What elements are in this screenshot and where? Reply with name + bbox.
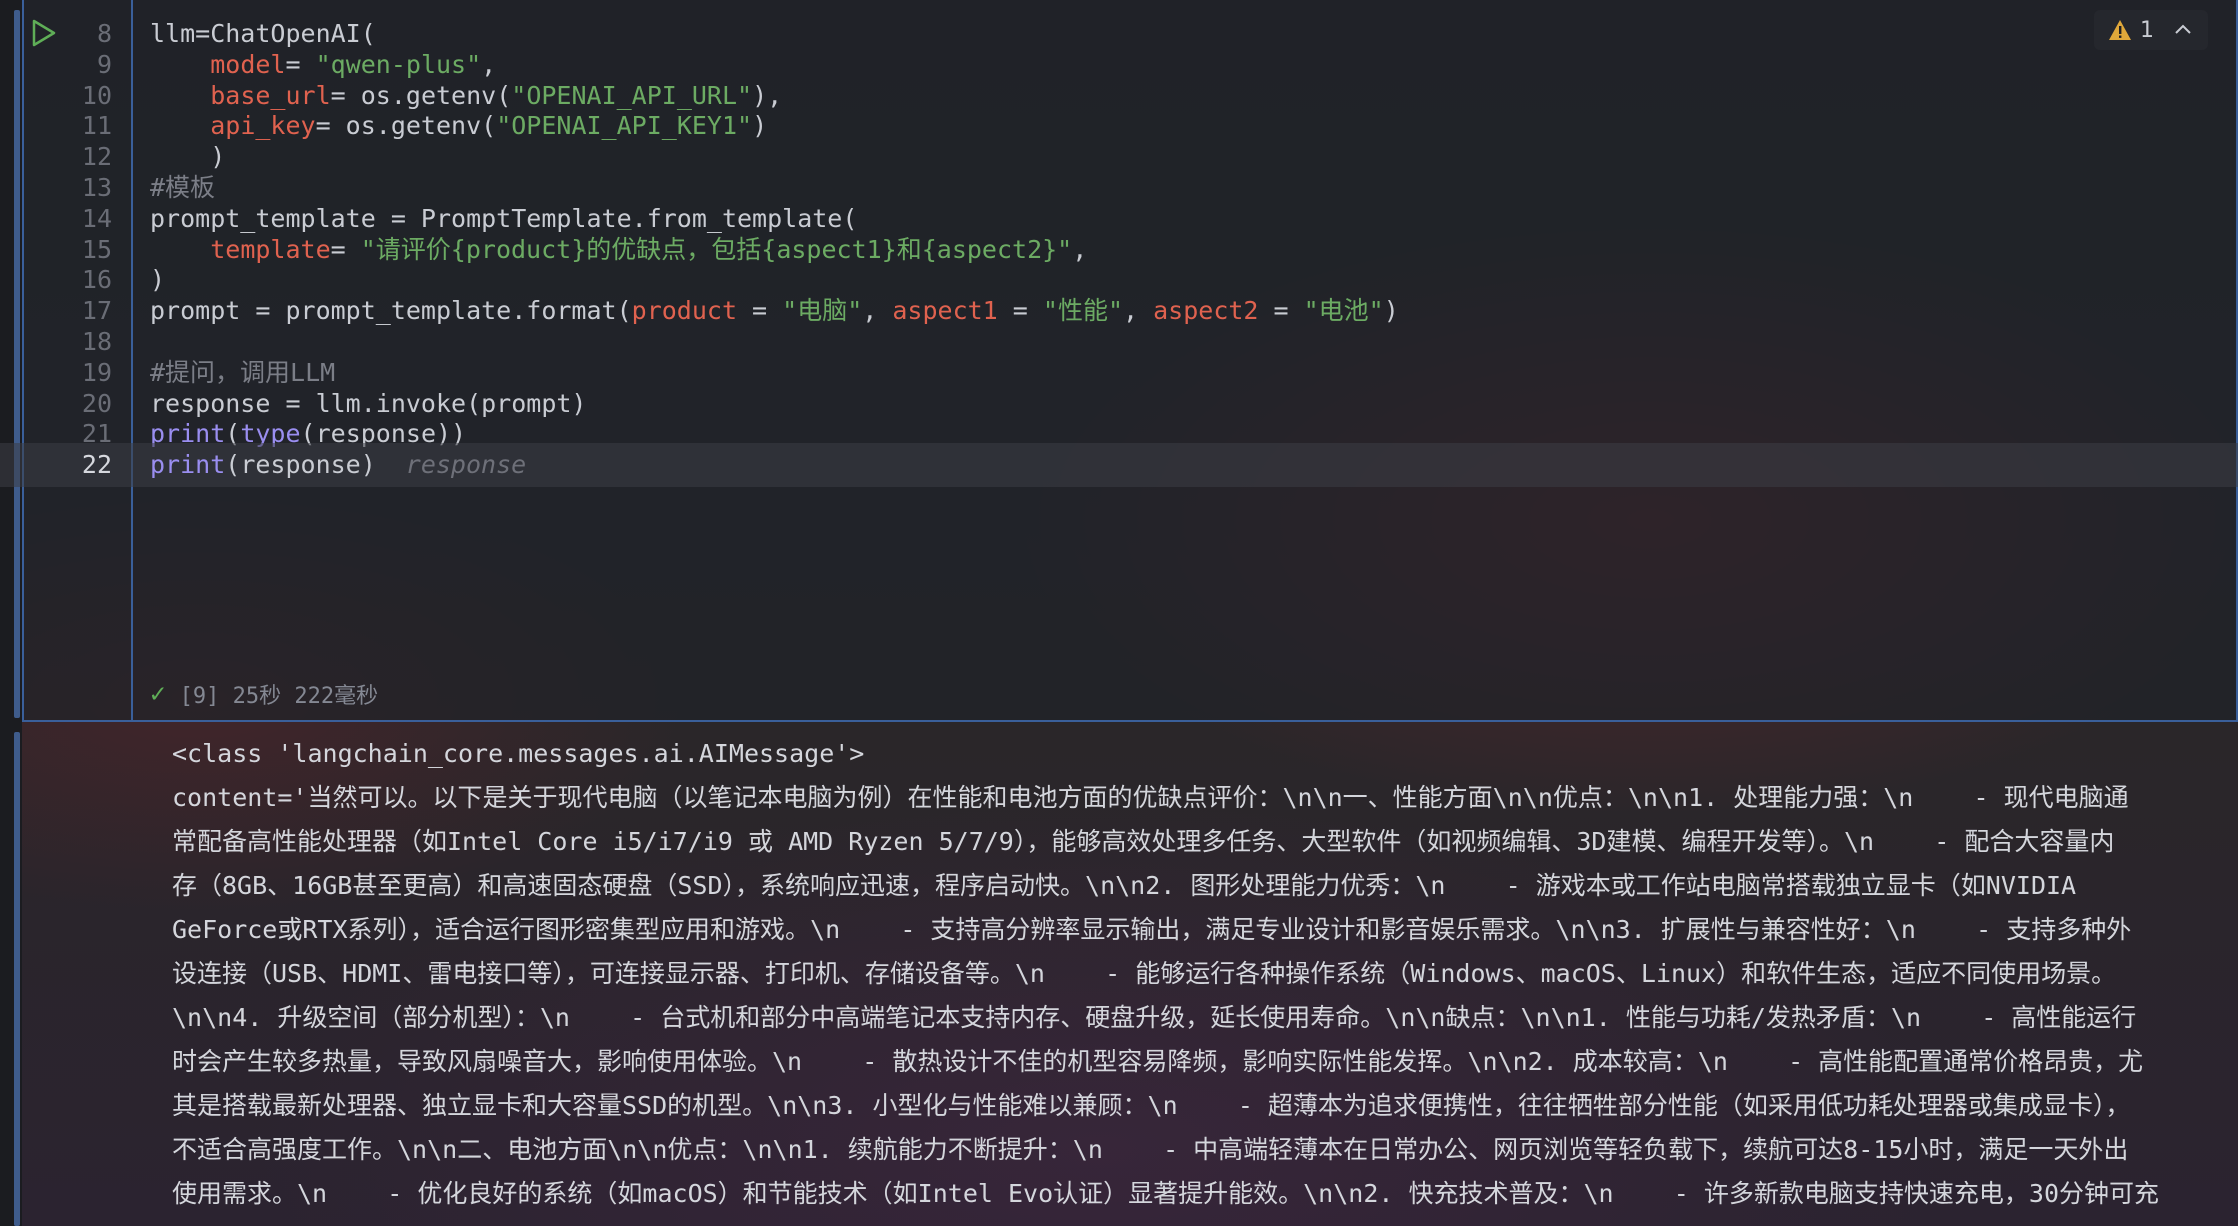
line-number: 22 — [81, 450, 112, 480]
output-line: <class 'langchain_core.messages.ai.AIMes… — [172, 739, 865, 768]
execution-status-text: [9] 25秒 222毫秒 — [179, 684, 379, 709]
output-line: \n\n4. 升级空间（部分机型）：\n - 台式机和部分中高端笔记本支持内存、… — [172, 1003, 2137, 1032]
code-line[interactable]: 22 print(response) response — [0, 443, 2238, 488]
code-text[interactable]: print(response) response — [150, 443, 526, 487]
output-line: 其是搭载最新处理器、独立显卡和大容量SSD的机型。\n\n3. 小型化与性能难以… — [172, 1091, 2131, 1120]
output-line: GeForce或RTX系列），适合运行图形密集型应用和游戏。\n - 支持高分辨… — [172, 915, 2132, 944]
inlay-hint: response — [405, 450, 527, 480]
output-line: 时会产生较多热量，导致风扇噪音大，影响使用体验。\n - 散热设计不佳的机型容易… — [172, 1047, 2144, 1076]
execution-status: ✓ [9] 25秒 222毫秒 — [150, 676, 378, 712]
output-line: 常配备高性能处理器（如Intel Core i5/i7/i9 或 AMD Ryz… — [172, 827, 2115, 856]
code-token: print — [150, 450, 226, 480]
output-line: 设连接（USB、HDMI、雷电接口等），可连接显示器、打印机、存储设备等。\n … — [172, 959, 2117, 988]
code-token: (response) — [225, 450, 376, 480]
check-icon: ✓ — [150, 679, 166, 709]
cell-output[interactable]: <class 'langchain_core.messages.ai.AIMes… — [172, 732, 2212, 1226]
output-line: 存（8GB、16GB甚至更高）和高速固态硬盘（SSD），系统响应迅速，程序启动快… — [172, 871, 2077, 900]
output-selection-stripe — [14, 732, 20, 1226]
output-line: 不适合高强度工作。\n\n二、电池方面\n\n优点：\n\n1. 续航能力不断提… — [172, 1135, 2129, 1164]
output-line: 使用需求。\n - 优化良好的系统（如macOS）和节能技术（如Intel Ev… — [172, 1179, 2160, 1208]
output-line: content='当然可以。以下是关于现代电脑（以笔记本电脑为例）在性能和电池方… — [172, 783, 2129, 812]
